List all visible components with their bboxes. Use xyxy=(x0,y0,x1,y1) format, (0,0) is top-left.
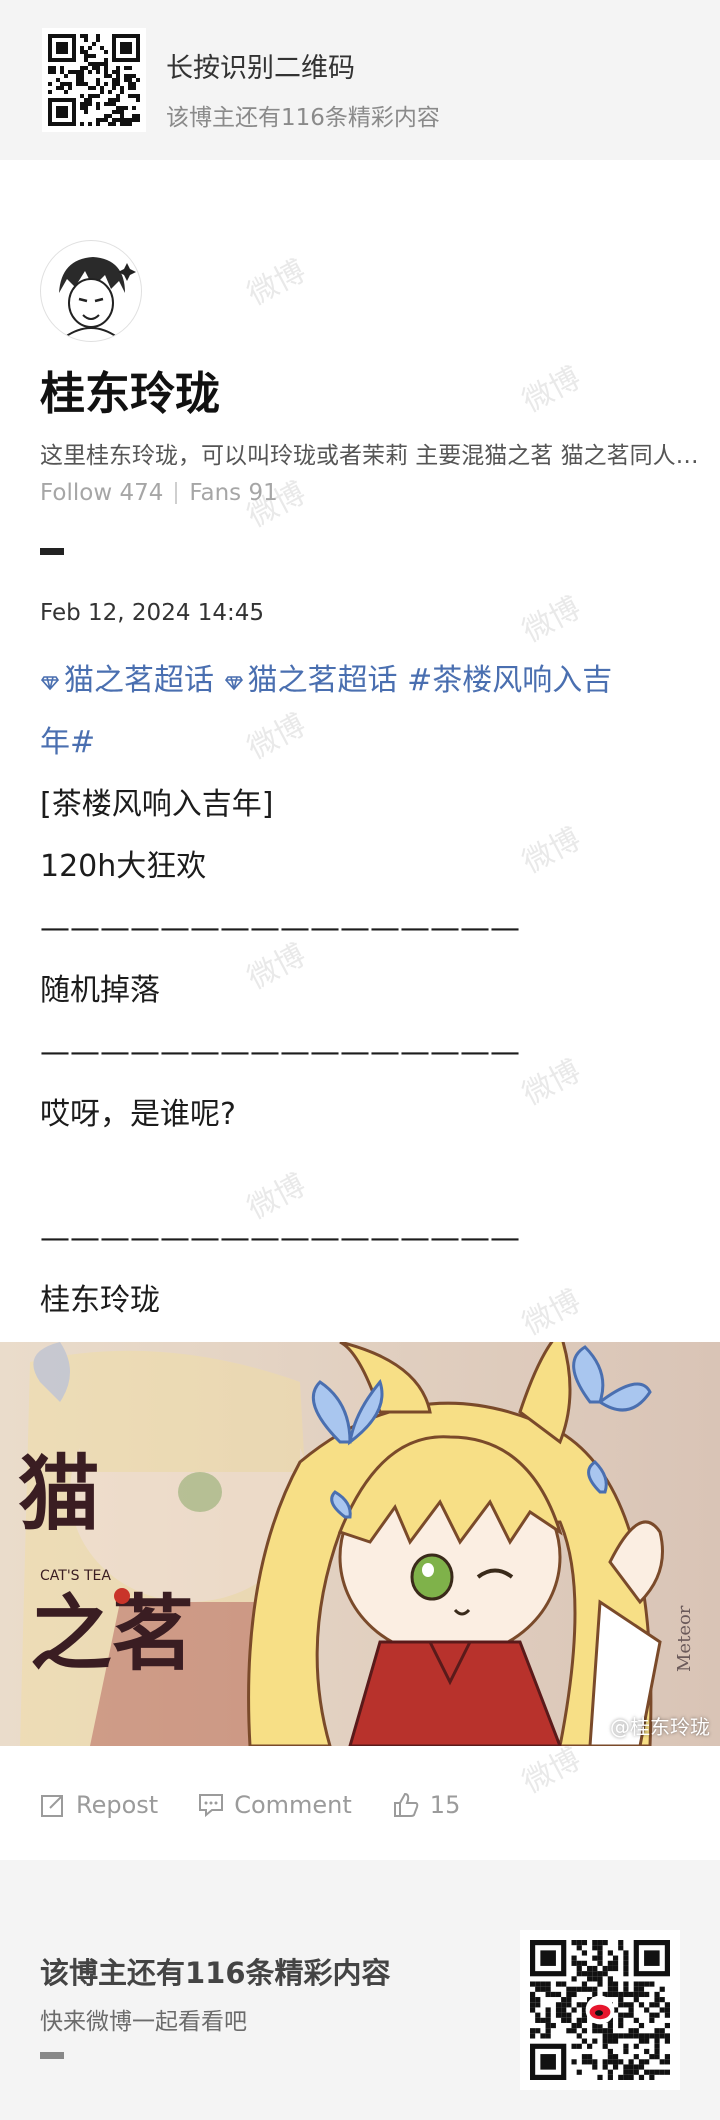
profile-bio: 这里桂东玲珑，可以叫玲珑或者茉莉 主要混猫之茗 猫之茗同人太太们都很棒！ xyxy=(40,443,700,469)
qr-banner-title: 长按识别二维码 xyxy=(166,53,355,84)
follow-count[interactable]: Follow 474 xyxy=(40,480,163,506)
post-timestamp: Feb 12, 2024 14:45 xyxy=(40,600,265,626)
like-count: 15 xyxy=(429,1791,461,1819)
hashtag-link[interactable]: #茶楼风响入吉 xyxy=(407,663,612,698)
like-button[interactable]: 15 xyxy=(392,1791,461,1819)
diamond-icon xyxy=(224,675,243,690)
repost-button[interactable]: Repost xyxy=(40,1791,158,1819)
topic-link[interactable]: 猫之茗超话 xyxy=(40,663,214,698)
comment-button[interactable]: Comment xyxy=(198,1791,352,1819)
qr-banner-subtitle: 该博主还有116条精彩内容 xyxy=(166,105,440,131)
comment-label: Comment xyxy=(234,1791,352,1819)
section-divider-mark xyxy=(40,548,64,555)
bottom-divider-mark xyxy=(40,2052,64,2059)
repost-icon xyxy=(41,1795,63,1817)
hashtag-link-continued[interactable]: 年# xyxy=(40,712,690,774)
post-blank-line xyxy=(40,1146,690,1208)
post-body: 猫之茗超话 猫之茗超话 #茶楼风响入吉 年# [茶楼风响入吉年] 120h大狂欢… xyxy=(40,650,690,1332)
post-line-drop: 随机掉落 xyxy=(40,973,160,1008)
svg-text:之茗: 之茗 xyxy=(30,1586,194,1682)
svg-text:猫: 猫 xyxy=(18,1446,100,1542)
post-line-event: [茶楼风响入吉年] xyxy=(40,787,274,822)
qr-code-small[interactable] xyxy=(42,28,146,132)
post-divider-line: ———————————————— xyxy=(40,1221,520,1256)
topic-link[interactable]: 猫之茗超话 xyxy=(224,663,398,698)
bottom-banner-subtitle: 快来微博一起看看吧 xyxy=(40,2009,247,2035)
post-line-who: 哎呀，是谁呢? xyxy=(40,1097,236,1132)
bottom-banner-title: 该博主还有116条精彩内容 xyxy=(40,1956,391,1990)
diamond-icon xyxy=(40,675,60,690)
post-tags-line: 猫之茗超话 猫之茗超话 #茶楼风响入吉 xyxy=(40,650,690,712)
comment-icon xyxy=(199,1794,224,1818)
svg-text:CAT'S TEA: CAT'S TEA xyxy=(40,1568,111,1584)
image-credit: @桂东玲珑 xyxy=(610,1715,710,1739)
repost-label: Repost xyxy=(76,1791,159,1819)
post-signature: 桂东玲珑 xyxy=(40,1283,160,1318)
profile-name[interactable]: 桂东玲珑 xyxy=(40,357,220,422)
fans-count[interactable]: Fans 91 xyxy=(189,480,277,506)
qr-code-large[interactable] xyxy=(520,1930,680,2090)
watermark: 微博 xyxy=(241,253,312,313)
svg-text:Meteor: Meteor xyxy=(674,1605,695,1672)
post-divider-line: ———————————————— xyxy=(40,1035,520,1070)
post-image[interactable]: 猫 CAT'S TEA 之茗 Meteor @桂东玲珑 xyxy=(0,1342,720,1746)
stats-divider xyxy=(175,482,178,504)
profile-stats: Follow 474 Fans 91 xyxy=(40,480,278,506)
action-bar: Repost Comment 15 xyxy=(40,1785,500,1825)
thumbs-up-icon xyxy=(393,1792,419,1817)
watermark: 微博 xyxy=(516,590,587,650)
watermark: 微博 xyxy=(516,360,587,420)
post-line-party: 120h大狂欢 xyxy=(40,849,207,884)
post-divider-line: ———————————————— xyxy=(40,911,520,946)
avatar[interactable] xyxy=(40,240,142,342)
